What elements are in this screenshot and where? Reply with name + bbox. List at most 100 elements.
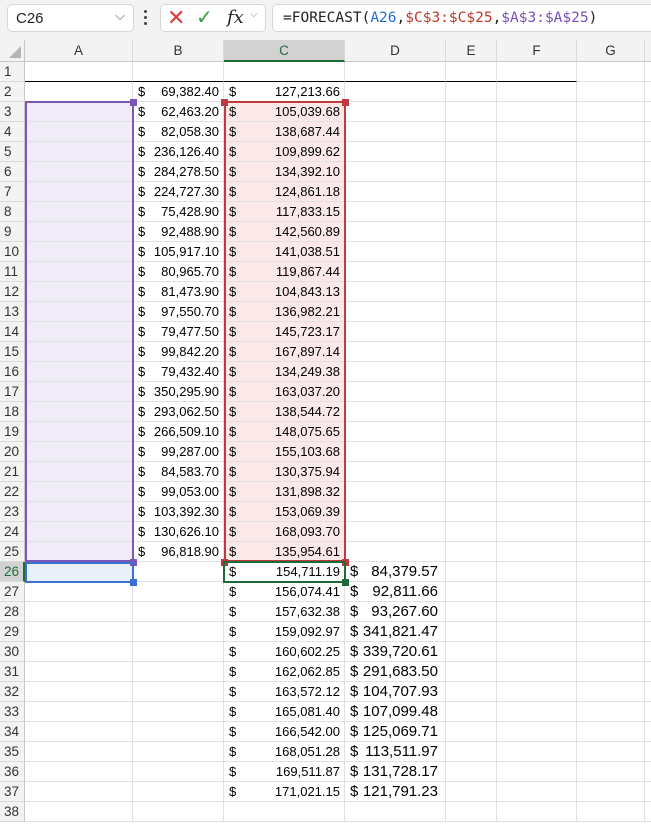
cell-b36[interactable] [133,762,224,782]
ratio-month-cell[interactable] [446,262,497,282]
cell-g37[interactable] [577,782,645,802]
seasonality-cell[interactable]: $104,707.93 [345,682,446,702]
cell-h9[interactable] [645,222,651,242]
cell-f30[interactable] [497,642,577,662]
seasonality-cell[interactable]: $339,720.61 [345,642,446,662]
month-cell[interactable] [25,762,133,782]
cell-h11[interactable] [645,262,651,282]
chevron-down-icon[interactable]: ⌵ [115,8,125,24]
row-header-17[interactable]: 17 [0,382,25,402]
cell-d16[interactable] [345,362,446,382]
row-header-27[interactable]: 27 [0,582,25,602]
cell-e21[interactable] [446,462,497,482]
seasonality-cell[interactable]: $84,379.57 [345,562,446,582]
seasonality-cell[interactable]: $93,267.60 [345,602,446,622]
cell-d17[interactable] [345,382,446,402]
cell-f25[interactable] [497,542,577,562]
ratio-cell[interactable] [497,142,577,162]
cell-f20[interactable] [497,442,577,462]
deseasonalization-cell[interactable]: $134,249.38 [224,362,345,382]
ratio-month-cell[interactable] [446,82,497,102]
month-cell[interactable] [25,82,133,102]
cell-f31[interactable] [497,662,577,682]
cell-h16[interactable] [645,362,651,382]
deseasonalization-cell[interactable]: $156,074.41 [224,582,345,602]
cell-d5[interactable] [345,142,446,162]
deseasonalization-cell[interactable]: $163,037.20 [224,382,345,402]
range-resize-handle[interactable] [221,559,228,566]
sales-cell[interactable]: $224,727.30 [133,182,224,202]
cell-g22[interactable] [577,482,645,502]
deseasonalization-cell[interactable]: $119,867.44 [224,262,345,282]
sales-cell[interactable]: $84,583.70 [133,462,224,482]
cell-e33[interactable] [446,702,497,722]
row-header-1[interactable]: 1 [0,62,25,82]
chevron-down-icon[interactable]: ⌵ [250,9,258,20]
row-header-10[interactable]: 10 [0,242,25,262]
cell-g7[interactable] [577,182,645,202]
cell-g23[interactable] [577,502,645,522]
range-resize-handle[interactable] [342,559,349,566]
deseasonalization-cell[interactable]: $154,711.19 [224,562,345,582]
cell-e28[interactable] [446,602,497,622]
row-header-36[interactable]: 36 [0,762,25,782]
ratio-month-cell[interactable] [446,242,497,262]
row-header-8[interactable]: 8 [0,202,25,222]
deseasonalization-cell[interactable]: $155,103.68 [224,442,345,462]
row-header-20[interactable]: 20 [0,442,25,462]
cell-f27[interactable] [497,582,577,602]
seasonality-cell[interactable]: $131,728.17 [345,762,446,782]
cell-g5[interactable] [577,142,645,162]
insert-function-icon[interactable]: fx [227,7,244,29]
cell-g12[interactable] [577,282,645,302]
seasonality-cell[interactable]: $113,511.97 [345,742,446,762]
cell-h31[interactable] [645,662,651,682]
cell-h35[interactable] [645,742,651,762]
cell-h36[interactable] [645,762,651,782]
ratio-cell[interactable] [497,282,577,302]
cell-h3[interactable] [645,102,651,122]
row-header-29[interactable]: 29 [0,622,25,642]
month-cell[interactable] [25,262,133,282]
cell-d11[interactable] [345,262,446,282]
cell-g25[interactable] [577,542,645,562]
seasonality-cell[interactable]: $107,099.48 [345,702,446,722]
cell-g15[interactable] [577,342,645,362]
column-header-b[interactable]: B [133,40,224,62]
cell-g10[interactable] [577,242,645,262]
cell-e38[interactable] [446,802,497,822]
row-header-21[interactable]: 21 [0,462,25,482]
cell-e18[interactable] [446,402,497,422]
cell-g9[interactable] [577,222,645,242]
cell-e25[interactable] [446,542,497,562]
cell-e19[interactable] [446,422,497,442]
cell-g20[interactable] [577,442,645,462]
cell-h34[interactable] [645,722,651,742]
cell-h18[interactable] [645,402,651,422]
cell-f29[interactable] [497,622,577,642]
row-header-28[interactable]: 28 [0,602,25,622]
row-header-23[interactable]: 23 [0,502,25,522]
deseasonalization-cell[interactable]: $162,062.85 [224,662,345,682]
cell-f36[interactable] [497,762,577,782]
ratio-cell[interactable] [497,82,577,102]
deseasonalization-cell[interactable]: $141,038.51 [224,242,345,262]
cell-b30[interactable] [133,642,224,662]
cell-h15[interactable] [645,342,651,362]
cell-h17[interactable] [645,382,651,402]
ratio-cell[interactable] [497,202,577,222]
cell-g18[interactable] [577,402,645,422]
cell-d12[interactable] [345,282,446,302]
cell-e29[interactable] [446,622,497,642]
row-header-34[interactable]: 34 [0,722,25,742]
sales-cell[interactable]: $99,053.00 [133,482,224,502]
month-cell[interactable] [25,442,133,462]
cell-e32[interactable] [446,682,497,702]
month-cell[interactable] [25,642,133,662]
cell-e37[interactable] [446,782,497,802]
sales-cell[interactable]: $99,287.00 [133,442,224,462]
row-header-3[interactable]: 3 [0,102,25,122]
cell-d6[interactable] [345,162,446,182]
cell-g26[interactable] [577,562,645,582]
cell-e24[interactable] [446,522,497,542]
